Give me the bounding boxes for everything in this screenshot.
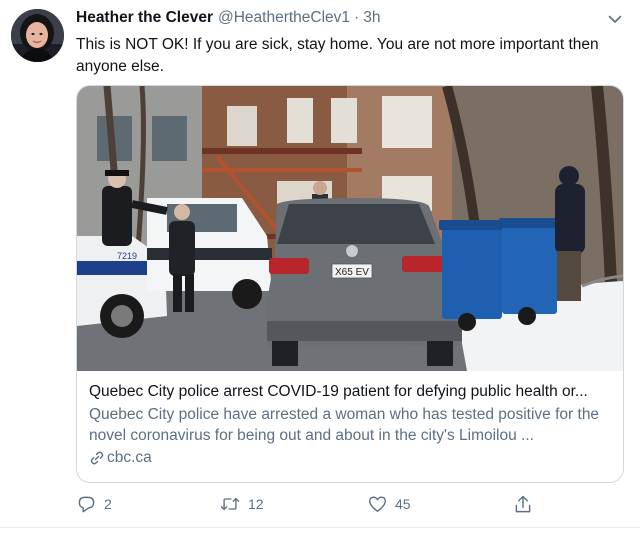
tweet-time[interactable]: 3h [363,9,380,27]
heart-icon [367,494,387,514]
avatar[interactable] [11,9,64,62]
separator-dot: · [354,9,360,26]
retweet-icon [220,494,240,514]
card-image[interactable]: 7219 X65 EV [77,86,623,371]
divider [0,527,640,528]
card-domain-text: cbc.ca [107,449,152,466]
retweet-count: 12 [248,496,264,512]
share-button[interactable] [513,494,533,514]
share-icon [513,494,533,514]
retweet-button[interactable]: 12 [220,494,264,514]
tweet-header: Heather the Clever @HeathertheClev1 · 3h [76,9,380,31]
link-icon [89,450,105,466]
card-body[interactable]: Quebec City police arrest COVID-19 patie… [89,381,613,467]
chevron-down-icon[interactable] [604,10,626,28]
author-handle[interactable]: @HeathertheClev1 [218,9,350,27]
author-name[interactable]: Heather the Clever [76,9,213,27]
like-count: 45 [395,496,411,512]
reply-icon [76,494,96,514]
license-plate: X65 EV [335,267,369,278]
tweet-text: This is NOT OK! If you are sick, stay ho… [76,36,599,75]
reply-count: 2 [104,496,112,512]
like-button[interactable]: 45 [367,494,411,514]
card-title[interactable]: Quebec City police arrest COVID-19 patie… [89,381,613,402]
card-description: Quebec City police have arrested a woman… [89,406,600,444]
card-domain[interactable]: cbc.ca [89,449,613,467]
tweet-actions: 2 12 45 [76,494,536,518]
tweet[interactable]: Heather the Clever @HeathertheClev1 · 3h… [0,0,640,538]
link-card[interactable]: 7219 X65 EV Quebec City police arrest CO… [76,85,624,483]
vehicle-number: 7219 [117,251,137,261]
reply-button[interactable]: 2 [76,494,112,514]
